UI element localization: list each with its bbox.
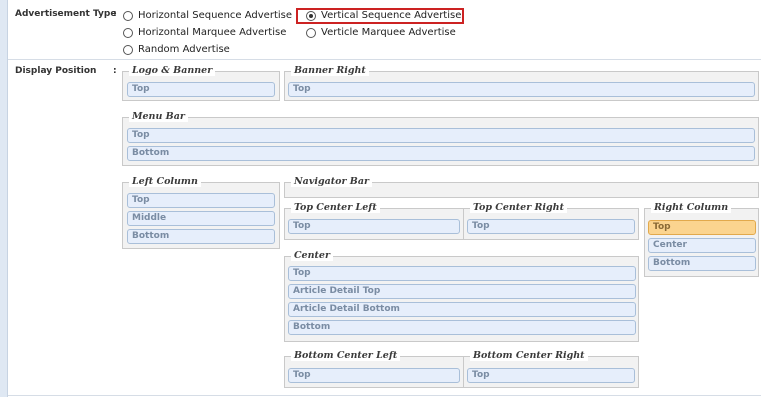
selection-highlight-frame [296,8,464,24]
display-position-colon: : [113,66,117,76]
slot-top-center-right-top[interactable]: Top [467,219,635,234]
radio-label: Random Advertise [138,44,230,55]
radio-horizontal-sequence[interactable]: Horizontal Sequence Advertise [123,10,292,21]
slot-menu-bar-bottom[interactable]: Bottom [127,146,755,161]
row-divider [8,395,761,396]
slot-center-bottom[interactable]: Bottom [288,320,636,335]
slot-right-column-bottom[interactable]: Bottom [648,256,756,271]
row-divider [8,59,761,60]
group-legend: Bottom Center Left [291,350,401,361]
slot-bottom-center-left-top[interactable]: Top [288,368,460,383]
group-legend: Banner Right [291,65,369,76]
slot-left-column-top[interactable]: Top [127,193,275,208]
slot-menu-bar-top[interactable]: Top [127,128,755,143]
advertisement-type-colon: : [113,9,117,19]
group-legend: Top Center Left [291,202,380,213]
slot-banner-right-top[interactable]: Top [288,82,755,97]
group-menu-bar: Menu Bar Top Bottom [122,111,759,166]
group-legend: Top Center Right [470,202,567,213]
slot-right-column-top[interactable]: Top [648,220,756,235]
slot-center-top[interactable]: Top [288,266,636,281]
slot-right-column-center[interactable]: Center [648,238,756,253]
group-legend: Center [291,250,333,261]
slot-top-center-left-top[interactable]: Top [288,219,460,234]
group-navigator-bar: Navigator Bar [284,176,759,198]
slot-logo-banner-top[interactable]: Top [127,82,275,97]
group-legend: Bottom Center Right [470,350,588,361]
radio-circle-icon[interactable] [123,10,133,21]
radio-label: Verticle Marquee Advertise [321,27,456,38]
radio-label: Horizontal Marquee Advertise [138,27,287,38]
radio-label: Horizontal Sequence Advertise [138,10,292,21]
group-legend: Right Column [651,202,732,213]
slot-center-article-detail-top[interactable]: Article Detail Top [288,284,636,299]
radio-random[interactable]: Random Advertise [123,44,230,55]
group-legend: Menu Bar [129,111,188,122]
group-center: Center Top Article Detail Top Article De… [284,250,639,342]
group-legend: Left Column [129,176,201,187]
group-left-column: Left Column Top Middle Bottom [122,176,280,249]
group-logo-banner: Logo & Banner Top [122,65,280,101]
group-right-column: Right Column Top Center Bottom [644,202,759,277]
slot-bottom-center-right-top[interactable]: Top [467,368,635,383]
radio-horizontal-marquee[interactable]: Horizontal Marquee Advertise [123,27,286,38]
group-banner-right: Banner Right Top [284,65,759,101]
radio-verticle-marquee[interactable]: Verticle Marquee Advertise [306,27,456,38]
group-legend: Logo & Banner [129,65,216,76]
radio-circle-icon[interactable] [123,44,133,55]
group-legend: Navigator Bar [291,176,372,187]
advertisement-type-label: Advertisement Type [15,9,117,19]
group-bottom-center-right: Bottom Center Right Top [463,350,639,388]
slot-center-article-detail-bottom[interactable]: Article Detail Bottom [288,302,636,317]
slot-left-column-bottom[interactable]: Bottom [127,229,275,244]
radio-circle-icon[interactable] [123,27,133,38]
slot-left-column-middle[interactable]: Middle [127,211,275,226]
left-edge-bar [0,0,8,397]
group-top-center-right: Top Center Right Top [463,202,639,240]
display-position-label: Display Position [15,66,97,76]
radio-circle-icon[interactable] [306,27,316,38]
